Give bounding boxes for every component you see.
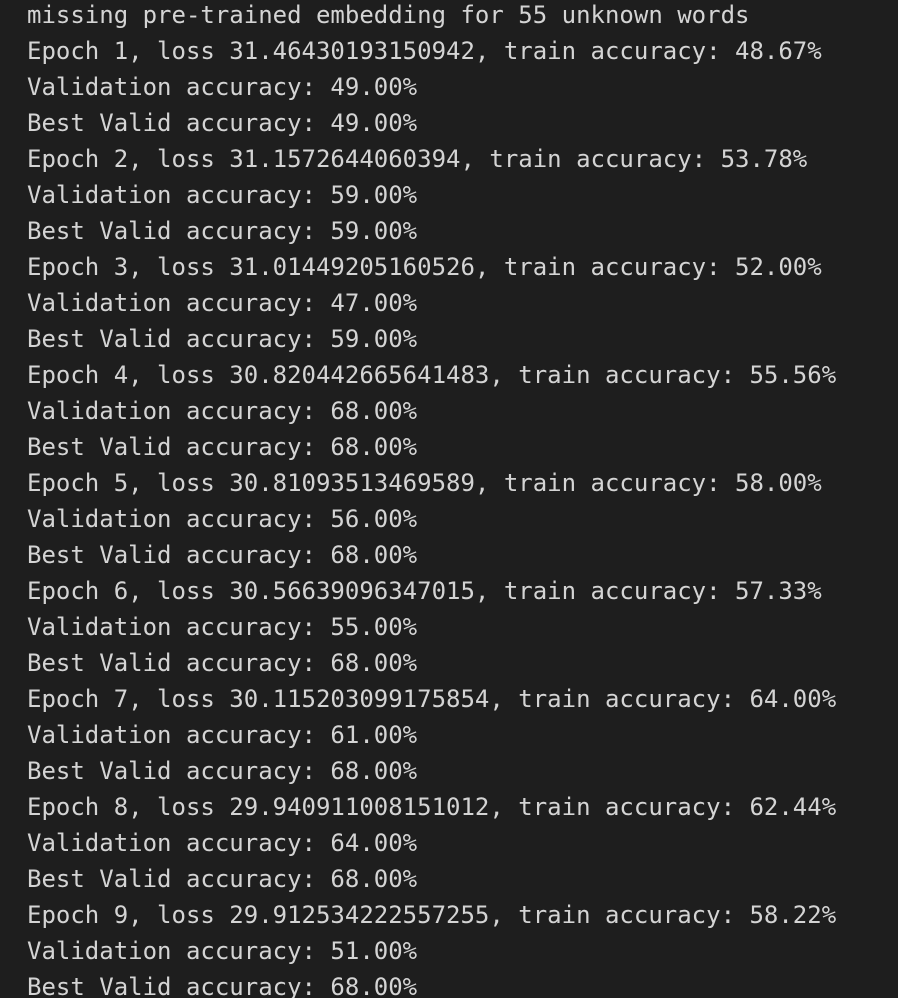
log-line-epoch-7: Epoch 7, loss 30.115203099175854, train … bbox=[27, 685, 837, 713]
log-line-epoch-8: Epoch 8, loss 29.940911008151012, train … bbox=[27, 793, 837, 821]
log-line-validation-1: Validation accuracy: 49.00% bbox=[27, 73, 418, 101]
log-line-epoch-1: Epoch 1, loss 31.46430193150942, train a… bbox=[27, 37, 822, 65]
terminal-output-panel[interactable]: missing pre-trained embedding for 55 unk… bbox=[0, 0, 898, 998]
log-line-epoch-5: Epoch 5, loss 30.81093513469589, train a… bbox=[27, 469, 822, 497]
log-line-warning: missing pre-trained embedding for 55 unk… bbox=[27, 1, 750, 29]
log-line-best-valid-7: Best Valid accuracy: 68.00% bbox=[27, 757, 418, 785]
log-line-best-valid-2: Best Valid accuracy: 59.00% bbox=[27, 217, 418, 245]
log-line-best-valid-1: Best Valid accuracy: 49.00% bbox=[27, 109, 418, 137]
log-line-validation-2: Validation accuracy: 59.00% bbox=[27, 181, 418, 209]
log-line-best-valid-6: Best Valid accuracy: 68.00% bbox=[27, 649, 418, 677]
log-line-validation-6: Validation accuracy: 55.00% bbox=[27, 613, 418, 641]
log-line-best-valid-8: Best Valid accuracy: 68.00% bbox=[27, 865, 418, 893]
log-line-validation-4: Validation accuracy: 68.00% bbox=[27, 397, 418, 425]
log-line-best-valid-9: Best Valid accuracy: 68.00% bbox=[27, 973, 418, 998]
log-line-best-valid-4: Best Valid accuracy: 68.00% bbox=[27, 433, 418, 461]
log-line-validation-7: Validation accuracy: 61.00% bbox=[27, 721, 418, 749]
log-line-validation-8: Validation accuracy: 64.00% bbox=[27, 829, 418, 857]
log-line-epoch-3: Epoch 3, loss 31.01449205160526, train a… bbox=[27, 253, 822, 281]
log-line-best-valid-5: Best Valid accuracy: 68.00% bbox=[27, 541, 418, 569]
log-line-epoch-4: Epoch 4, loss 30.820442665641483, train … bbox=[27, 361, 837, 389]
log-line-best-valid-3: Best Valid accuracy: 59.00% bbox=[27, 325, 418, 353]
log-line-validation-5: Validation accuracy: 56.00% bbox=[27, 505, 418, 533]
log-line-epoch-2: Epoch 2, loss 31.1572644060394, train ac… bbox=[27, 145, 808, 173]
log-line-validation-3: Validation accuracy: 47.00% bbox=[27, 289, 418, 317]
log-line-epoch-6: Epoch 6, loss 30.56639096347015, train a… bbox=[27, 577, 822, 605]
log-line-validation-9: Validation accuracy: 51.00% bbox=[27, 937, 418, 965]
terminal-log: missing pre-trained embedding for 55 unk… bbox=[27, 0, 836, 998]
log-line-epoch-9: Epoch 9, loss 29.912534222557255, train … bbox=[27, 901, 837, 929]
